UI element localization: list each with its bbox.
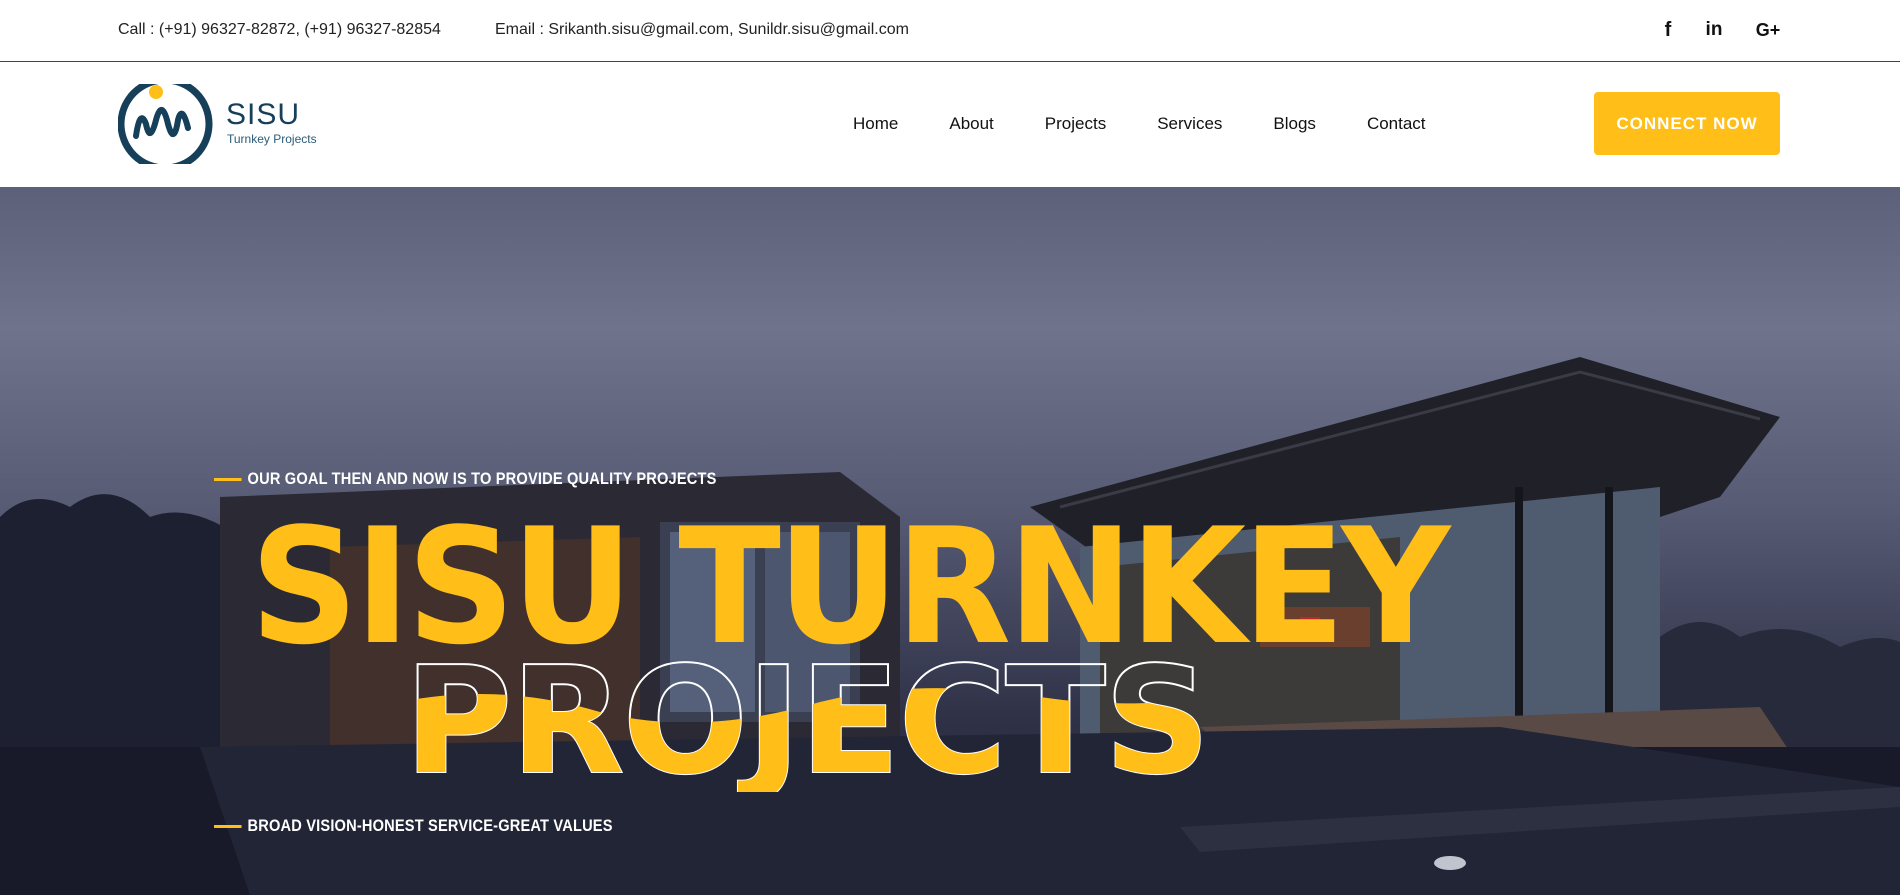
connect-now-button[interactable]: CONNECT NOW xyxy=(1594,92,1780,155)
google-plus-icon[interactable]: G+ xyxy=(1755,16,1781,44)
facebook-icon[interactable]: f xyxy=(1655,16,1681,44)
hero-tagline-bottom-text: BROAD VISION-HONEST SERVICE-GREAT VALUES xyxy=(247,816,613,835)
hero-tagline-top-text: OUR GOAL THEN AND NOW IS TO PROVIDE QUAL… xyxy=(247,469,717,488)
top-contact-bar: Call : (+91) 96327-82872, (+91) 96327-82… xyxy=(0,0,1900,62)
call-info: Call : (+91) 96327-82872, (+91) 96327-82… xyxy=(118,21,441,38)
hero-tagline-top: OUR GOAL THEN AND NOW IS TO PROVIDE QUAL… xyxy=(214,469,717,489)
linkedin-icon[interactable]: in xyxy=(1701,16,1727,44)
logo-name: SISU xyxy=(226,98,301,131)
tagline-dash xyxy=(214,824,242,828)
nav-contact[interactable]: Contact xyxy=(1367,114,1426,134)
nav-services[interactable]: Services xyxy=(1157,114,1222,134)
nav-home[interactable]: Home xyxy=(853,114,898,134)
email-info: Email : Srikanth.sisu@gmail.com, Sunildr… xyxy=(495,21,909,38)
nav-about[interactable]: About xyxy=(949,114,993,134)
hero-banner: OUR GOAL THEN AND NOW IS TO PROVIDE QUAL… xyxy=(0,187,1900,895)
tagline-dash xyxy=(214,477,242,481)
nav-blogs[interactable]: Blogs xyxy=(1273,114,1316,134)
main-nav: Home About Projects Services Blogs Conta… xyxy=(853,114,1477,134)
hero-tagline-bottom: BROAD VISION-HONEST SERVICE-GREAT VALUES xyxy=(214,816,613,836)
site-header: SISU Turnkey Projects Home About Project… xyxy=(0,62,1900,187)
hero-title-line2: PROJECTS PROJECTS xyxy=(403,642,1212,792)
nav-projects[interactable]: Projects xyxy=(1045,114,1106,134)
logo-subtitle: Turnkey Projects xyxy=(227,132,317,146)
